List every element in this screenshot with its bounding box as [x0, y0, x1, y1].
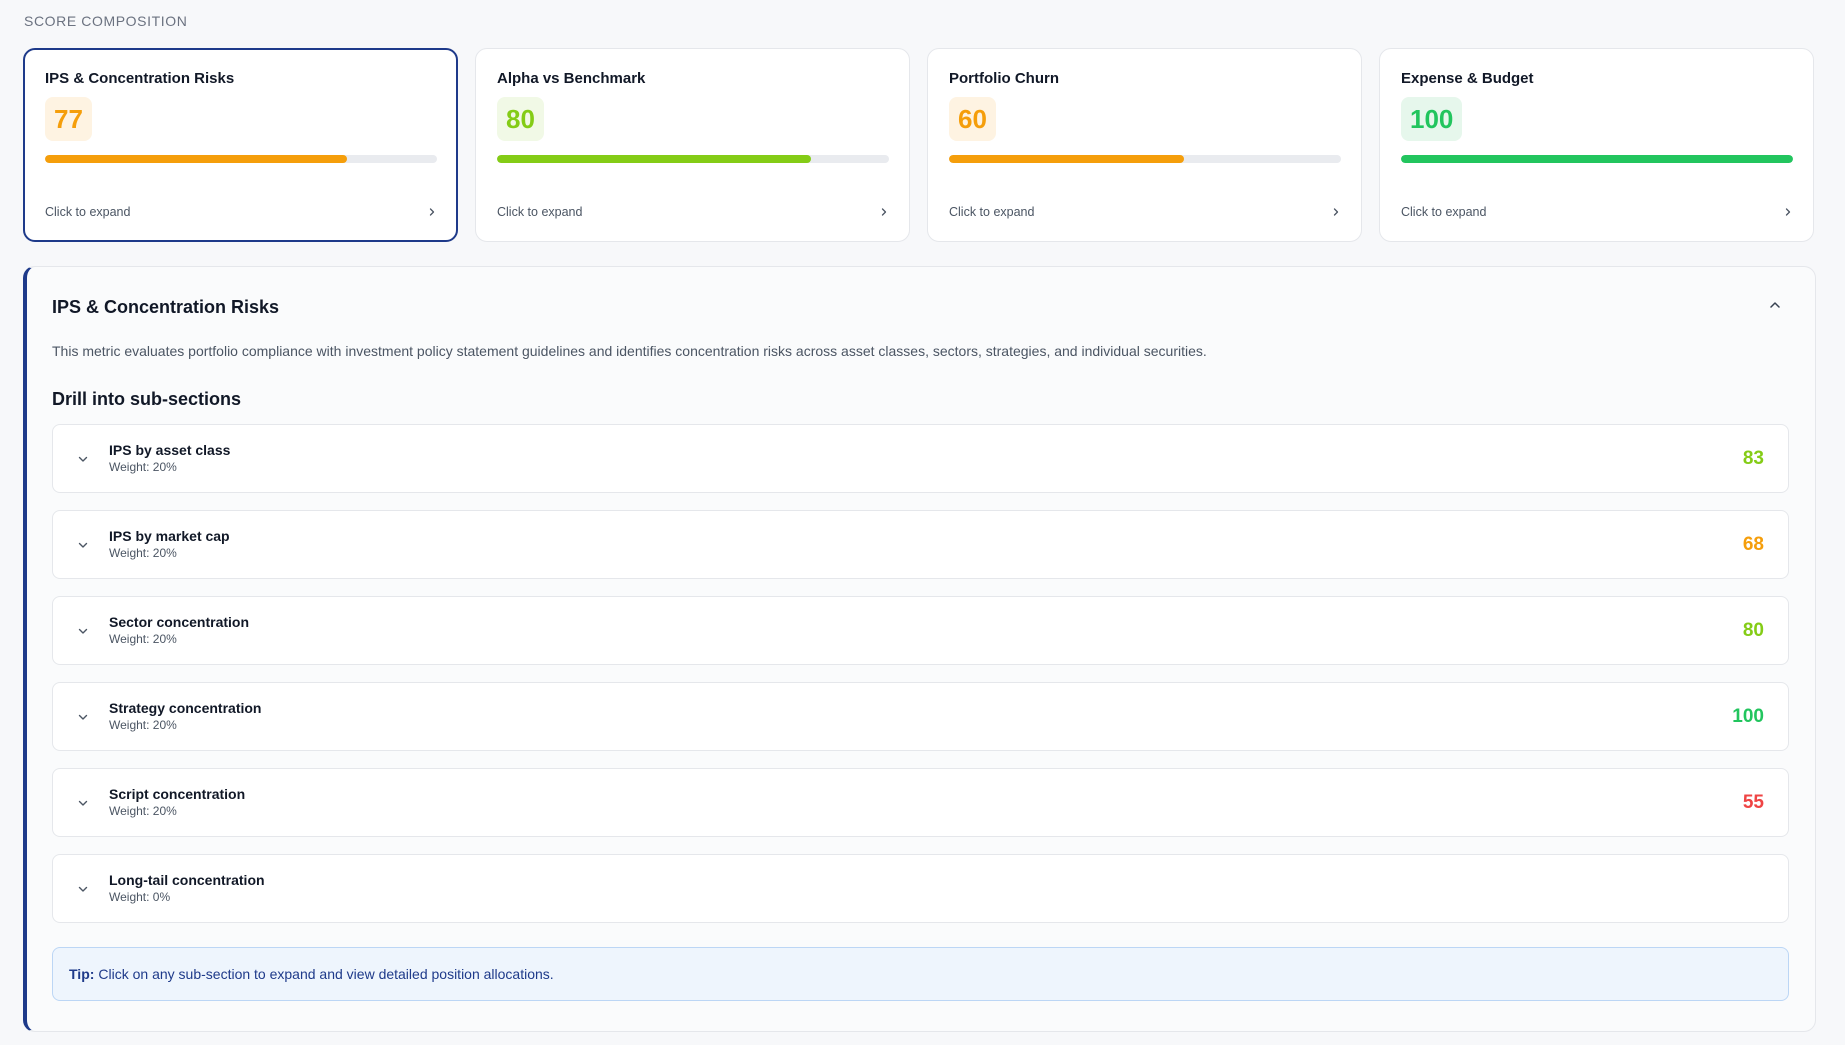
subsection-weight: Weight: 0%	[109, 890, 171, 904]
subsection-score: 80	[1742, 619, 1764, 641]
panel-description: This metric evaluates portfolio complian…	[52, 343, 1207, 359]
chevron-down-icon	[77, 883, 97, 895]
chevron-down-icon	[77, 539, 97, 551]
score-card-churn[interactable]: Portfolio Churn 60 Click to expand	[927, 48, 1362, 242]
subsection-weight: Weight: 20%	[109, 460, 177, 474]
chevron-right-icon	[1331, 204, 1341, 220]
subsection-strategy-concentration[interactable]: Strategy concentration Weight: 20% 100	[52, 682, 1789, 751]
card-progress-fill	[1401, 155, 1793, 163]
card-footer: Click to expand	[45, 204, 437, 220]
subsection-name: Long-tail concentration	[109, 872, 265, 888]
subsection-weight: Weight: 20%	[109, 632, 177, 646]
score-card-expense[interactable]: Expense & Budget 100 Click to expand	[1379, 48, 1814, 242]
subsection-text: IPS by asset class Weight: 20%	[109, 442, 1743, 475]
chevron-down-icon	[77, 797, 97, 809]
subsection-score: 100	[1732, 705, 1764, 727]
card-score: 100	[1401, 97, 1463, 141]
tip-label: Tip:	[69, 966, 95, 982]
card-progress-fill	[497, 155, 811, 163]
subsection-list: IPS by asset class Weight: 20% 83 IPS by…	[52, 424, 1789, 923]
subsection-text: Sector concentration Weight: 20%	[109, 614, 1743, 647]
chevron-down-icon	[77, 625, 97, 637]
collapse-button[interactable]	[1761, 293, 1789, 321]
subsection-name: Sector concentration	[109, 614, 250, 630]
subsection-weight: Weight: 20%	[109, 718, 177, 732]
card-progress-track	[497, 155, 889, 163]
card-title: IPS & Concentration Risks	[45, 70, 235, 87]
card-title: Alpha vs Benchmark	[497, 70, 646, 87]
card-title: Portfolio Churn	[949, 70, 1059, 87]
chevron-down-icon	[77, 711, 97, 723]
chevron-right-icon	[879, 204, 889, 220]
subsection-weight: Weight: 20%	[109, 546, 177, 560]
chevron-right-icon	[427, 204, 437, 220]
tip-banner: Tip: Click on any sub-section to expand …	[52, 947, 1789, 1001]
subsection-weight: Weight: 20%	[109, 804, 177, 818]
subsection-score: 83	[1742, 447, 1764, 469]
score-card-alpha[interactable]: Alpha vs Benchmark 80 Click to expand	[475, 48, 910, 242]
card-footer: Click to expand	[497, 204, 889, 220]
panel-header: IPS & Concentration Risks	[52, 293, 1789, 321]
card-footer: Click to expand	[949, 204, 1341, 220]
card-footer-label: Click to expand	[949, 205, 1035, 219]
chevron-right-icon	[1783, 204, 1793, 220]
card-progress-track	[949, 155, 1341, 163]
card-progress-track	[1401, 155, 1793, 163]
detail-panel: IPS & Concentration Risks This metric ev…	[23, 266, 1816, 1032]
card-title: Expense & Budget	[1401, 70, 1534, 87]
card-footer-label: Click to expand	[45, 205, 131, 219]
chevron-down-icon	[77, 453, 97, 465]
subsections-heading: Drill into sub-sections	[52, 389, 242, 409]
score-card-ips[interactable]: IPS & Concentration Risks 77 Click to ex…	[23, 48, 458, 242]
subsection-name: Strategy concentration	[109, 700, 262, 716]
card-progress-fill	[45, 155, 347, 163]
subsection-long-tail-concentration[interactable]: Long-tail concentration Weight: 0%	[52, 854, 1789, 923]
card-footer: Click to expand	[1401, 204, 1793, 220]
subsection-name: Script concentration	[109, 786, 246, 802]
subsection-name: IPS by asset class	[109, 442, 231, 458]
card-progress-track	[45, 155, 437, 163]
card-footer-label: Click to expand	[497, 205, 583, 219]
subsection-text: Strategy concentration Weight: 20%	[109, 700, 1732, 733]
subsection-ips-asset-class[interactable]: IPS by asset class Weight: 20% 83	[52, 424, 1789, 493]
card-footer-label: Click to expand	[1401, 205, 1487, 219]
card-score: 77	[45, 97, 92, 141]
subsection-score: 68	[1742, 533, 1764, 555]
chevron-up-icon	[1768, 298, 1782, 317]
subsection-script-concentration[interactable]: Script concentration Weight: 20% 55	[52, 768, 1789, 837]
tip-text: Click on any sub-section to expand and v…	[98, 966, 554, 982]
subsection-text: Script concentration Weight: 20%	[109, 786, 1743, 819]
subsection-score: 55	[1742, 791, 1764, 813]
subsection-ips-market-cap[interactable]: IPS by market cap Weight: 20% 68	[52, 510, 1789, 579]
card-score: 60	[949, 97, 996, 141]
panel-title: IPS & Concentration Risks	[52, 296, 280, 317]
card-score: 80	[497, 97, 544, 141]
subsection-sector-concentration[interactable]: Sector concentration Weight: 20% 80	[52, 596, 1789, 665]
score-cards: IPS & Concentration Risks 77 Click to ex…	[23, 48, 1814, 242]
subsection-text: Long-tail concentration Weight: 0%	[109, 872, 1764, 905]
section-label: SCORE COMPOSITION	[24, 13, 188, 29]
card-progress-fill	[949, 155, 1185, 163]
subsection-name: IPS by market cap	[109, 528, 230, 544]
subsection-text: IPS by market cap Weight: 20%	[109, 528, 1743, 561]
